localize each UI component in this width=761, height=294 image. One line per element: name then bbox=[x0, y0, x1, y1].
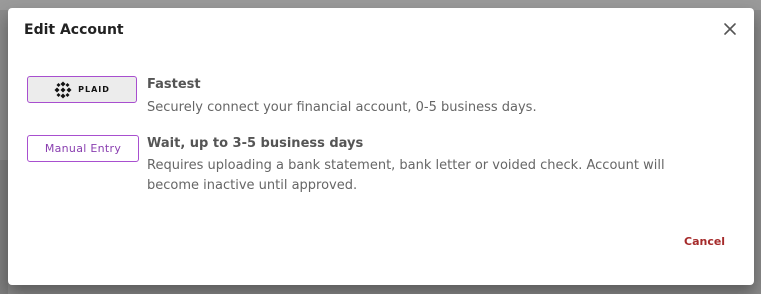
option-manual-description: Requires uploading a bank statement, ban… bbox=[147, 158, 665, 193]
cancel-button[interactable]: Cancel bbox=[684, 235, 725, 248]
close-icon bbox=[724, 23, 736, 35]
edit-account-dialog: Edit Account PLAID Fastest Securely conn… bbox=[8, 8, 754, 285]
plaid-logo-icon bbox=[54, 81, 72, 98]
option-manual-title: Wait, up to 3-5 business days bbox=[147, 136, 364, 151]
plaid-button[interactable]: PLAID bbox=[27, 76, 137, 103]
manual-entry-button[interactable]: Manual Entry bbox=[27, 135, 139, 162]
dialog-title: Edit Account bbox=[24, 22, 124, 38]
option-fastest-description: Securely connect your financial account,… bbox=[147, 100, 537, 115]
option-fastest-title: Fastest bbox=[147, 77, 201, 92]
backdrop-edge bbox=[0, 160, 8, 294]
plaid-button-label: PLAID bbox=[78, 85, 110, 94]
close-button[interactable] bbox=[722, 21, 738, 37]
